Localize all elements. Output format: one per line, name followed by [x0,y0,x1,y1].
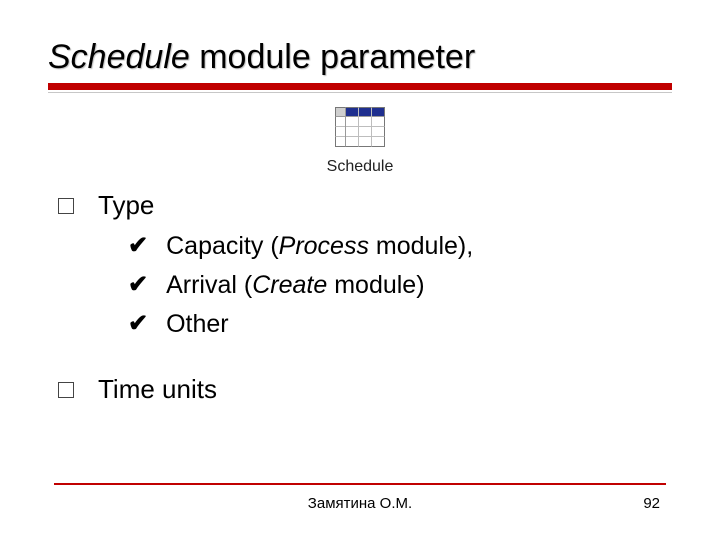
bullet-type-label: Type [98,190,154,221]
footer-author: Замятина О.М. [100,495,620,512]
subbullet-arrival: ✔ Arrival (Create module) [128,268,672,303]
subbullet-capacity: ✔ Capacity (Process module), [128,229,672,264]
title-rest: module parameter [190,38,475,76]
schedule-icon-caption: Schedule [48,158,672,176]
footer-row: Замятина О.М. 92 [54,495,666,512]
subbullet-other: ✔ Other [128,307,672,342]
footer: Замятина О.М. 92 [0,483,720,512]
spacer [58,346,672,374]
bullet-time-units-label: Time units [98,374,217,405]
check-icon: ✔ [128,307,148,341]
schedule-module-icon-block: Schedule [48,107,672,176]
title-rule [48,83,672,93]
content: Type ✔ Capacity (Process module), ✔ Arri… [48,190,672,405]
title-rule-thick [48,83,672,90]
subbullet-other-text: Other [166,307,229,342]
footer-rule [54,483,666,485]
subbullet-capacity-text: Capacity (Process module), [166,229,473,264]
bullet-type: Type [58,190,672,221]
subbullet-arrival-text: Arrival (Create module) [166,268,424,303]
check-icon: ✔ [128,229,148,263]
slide: Schedule module parameter Schedule Type [0,0,720,540]
title-italic: Schedule [48,38,190,76]
square-bullet-icon [58,198,74,214]
check-icon: ✔ [128,268,148,302]
footer-spacer [60,495,100,512]
bullet-time-units: Time units [58,374,672,405]
square-bullet-icon [58,382,74,398]
title-rule-thin [48,92,672,93]
schedule-icon [335,107,385,152]
page-number: 92 [620,495,660,512]
slide-title: Schedule module parameter [48,38,672,77]
